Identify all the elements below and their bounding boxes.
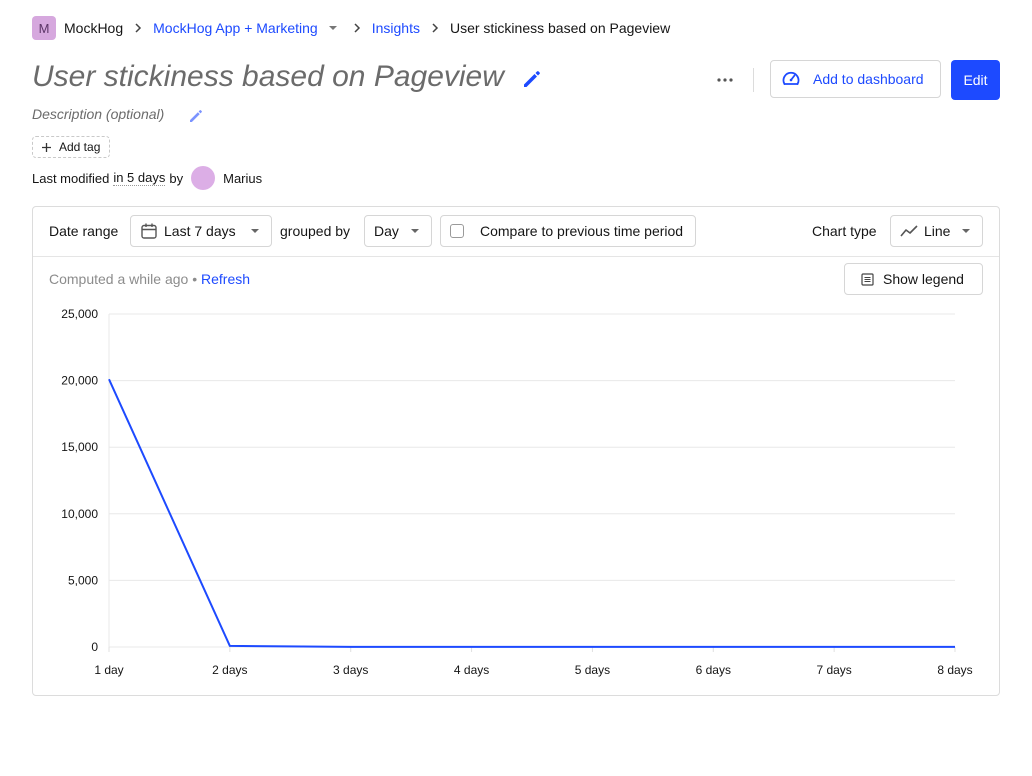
project-switcher-caret-icon[interactable] bbox=[328, 25, 338, 31]
y-tick-label: 15,000 bbox=[61, 440, 98, 454]
modified-user: Marius bbox=[223, 170, 263, 186]
insight-page: M MockHog MockHog App + Marketing Insigh… bbox=[0, 0, 1032, 776]
edit-title-pencil-icon[interactable] bbox=[520, 67, 544, 96]
modified-by-word: by bbox=[169, 170, 184, 186]
chevron-right-icon bbox=[342, 23, 372, 33]
breadcrumb-insights[interactable]: Insights bbox=[372, 20, 420, 36]
y-tick-label: 0 bbox=[91, 640, 98, 654]
series-line bbox=[108, 378, 955, 648]
plus-icon bbox=[41, 142, 52, 153]
insight-card: Date range Last 7 days grouped by Day Co… bbox=[32, 206, 1000, 696]
chevron-right-icon bbox=[123, 23, 153, 33]
x-tick-label: 4 days bbox=[454, 663, 489, 677]
stickiness-line-chart: 0 5,000 10,000 15,000 20,000 25,000 1 day 2 day… bbox=[61, 307, 972, 677]
y-tick-label: 20,000 bbox=[61, 374, 98, 388]
page-title[interactable]: User stickiness based on Pageview bbox=[32, 60, 504, 94]
description-field[interactable]: Description (optional) bbox=[32, 106, 164, 122]
x-tick-label: 2 days bbox=[212, 663, 247, 677]
add-to-dashboard-label: Add to dashboard bbox=[813, 71, 924, 87]
toolbar-divider bbox=[753, 68, 754, 92]
x-tick-label: 6 days bbox=[696, 663, 731, 677]
x-tick-label: 8 days bbox=[937, 663, 972, 677]
modified-timestamp: in 5 days bbox=[113, 170, 166, 186]
org-avatar[interactable]: M bbox=[32, 16, 56, 40]
last-modified: Last modified in 5 days by Marius bbox=[32, 166, 262, 190]
x-tick-label: 7 days bbox=[816, 663, 851, 677]
breadcrumb-project[interactable]: MockHog App + Marketing bbox=[153, 20, 318, 36]
breadcrumb-current: User stickiness based on Pageview bbox=[449, 20, 671, 36]
add-tag-label: Add tag bbox=[59, 140, 101, 154]
add-tag-button[interactable]: Add tag bbox=[32, 136, 110, 158]
edit-description-pencil-icon[interactable] bbox=[187, 107, 205, 130]
breadcrumb-org[interactable]: MockHog bbox=[64, 20, 123, 36]
edit-button[interactable]: Edit bbox=[951, 60, 1000, 100]
x-tick-label: 5 days bbox=[575, 663, 610, 677]
y-tick-label: 5,000 bbox=[68, 573, 98, 587]
chevron-right-icon bbox=[420, 23, 450, 33]
x-tick-label: 3 days bbox=[333, 663, 368, 677]
y-tick-label: 10,000 bbox=[61, 507, 98, 521]
modified-prefix: Last modified bbox=[32, 170, 110, 186]
add-to-dashboard-button[interactable]: Add to dashboard bbox=[770, 60, 941, 98]
dashboard-gauge-icon bbox=[781, 69, 801, 89]
y-tick-label: 25,000 bbox=[61, 307, 98, 321]
x-tick-label: 1 day bbox=[94, 663, 123, 677]
breadcrumb: M MockHog MockHog App + Marketing Insigh… bbox=[32, 16, 670, 40]
more-options-icon[interactable] bbox=[710, 68, 740, 92]
avatar bbox=[191, 166, 216, 190]
